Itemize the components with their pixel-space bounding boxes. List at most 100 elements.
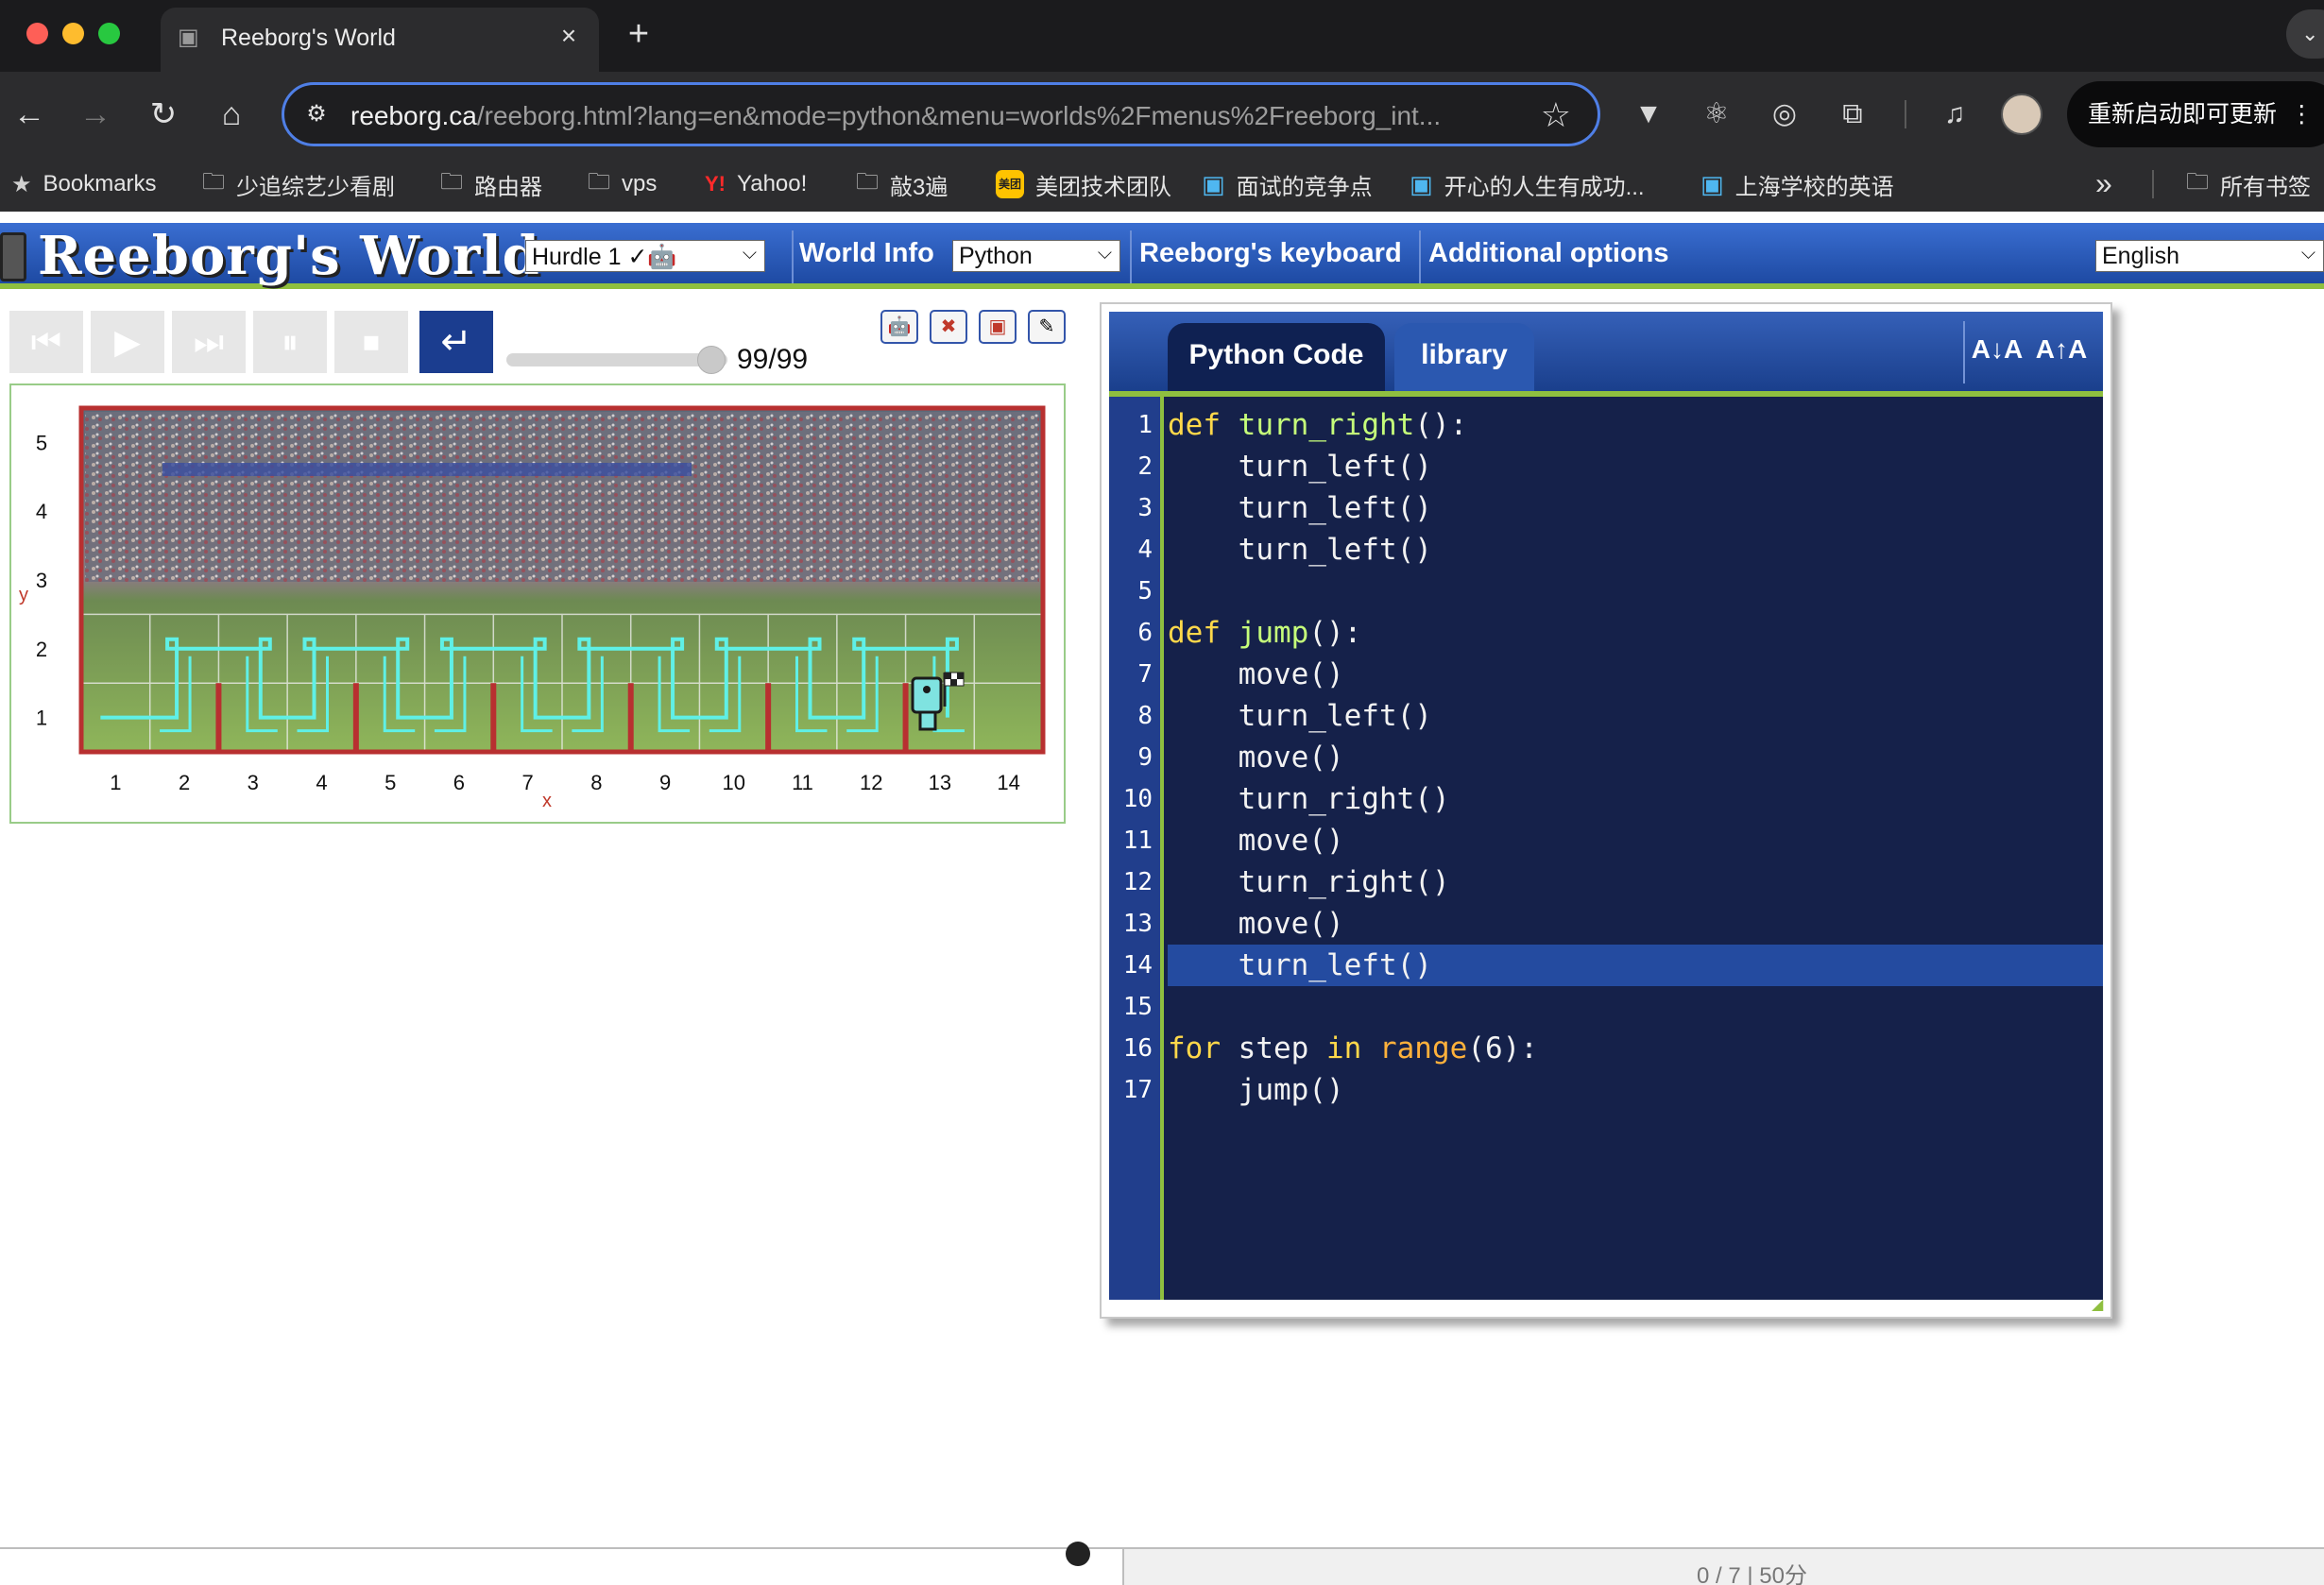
reload-world-button[interactable]: ↵ [419,311,493,373]
run-button[interactable]: ▶ [91,311,164,373]
bookmark-item[interactable]: ▣ 面试的竞争点 [1202,169,1373,200]
world-canvas[interactable]: 12345 1 2 3 4 5 6 7 8 9 10 11 12 13 14 y x [9,383,1066,824]
profile-avatar[interactable] [2001,94,2042,135]
x-tick-label: 5 [384,771,396,794]
bookmarks-overflow-icon[interactable]: » [2095,166,2112,201]
code-line[interactable]: turn_left() [1168,529,1432,571]
code-line[interactable]: turn_left() [1168,695,1432,737]
reeborg-page: Reeborg's World Hurdle 1 ✓🤖 ⌵ World Info … [0,212,2324,1585]
url-text[interactable]: reeborg.ca/reeborg.html?lang=en&mode=pyt… [350,101,1441,131]
reverse-step-button[interactable]: ⏮ [9,311,83,373]
y-tick-label: 1 [36,707,47,730]
header-divider [1130,230,1132,283]
x-axis-ticks: 1 2 3 4 5 6 7 8 9 10 11 12 13 14 [110,771,1020,794]
reeborg-keyboard-button[interactable]: Reeborg's keyboard [1139,238,1402,269]
relaunch-to-update-button[interactable]: 重新启动即可更新 ⋮ [2067,81,2324,147]
world-select[interactable]: Hurdle 1 ✓🤖 ⌵ [525,240,765,272]
bottom-overlay-strip: 0 / 7 | 50分 [0,1542,2324,1585]
new-tab-button[interactable]: + [620,13,658,55]
reload-icon[interactable]: ↻ [142,93,185,136]
tab-python-code[interactable]: Python Code [1168,323,1385,391]
all-bookmarks-folder[interactable]: 🗀 所有书签 [2186,169,2311,200]
code-line[interactable]: def turn_right(): [1168,404,1467,446]
bookmark-folder[interactable]: 🗀 敲3遍 [856,169,948,200]
extensions-puzzle-icon[interactable]: ⧉ [1833,94,1872,134]
world-objects-icon[interactable]: ✖ [930,310,967,344]
world-editor-icon[interactable]: ✎ [1028,310,1066,344]
speed-slider[interactable] [506,353,727,366]
code-line[interactable]: move() [1168,737,1344,778]
media-control-icon[interactable]: ♫ [1935,94,1974,134]
editor-tab-bar: Python Code library A↓A A↑A [1109,312,2103,397]
robot-trace-icon[interactable]: ▣ [979,310,1017,344]
address-bar[interactable]: ⚙ reeborg.ca/reeborg.html?lang=en&mode=p… [282,82,1600,146]
line-number: 6 [1137,619,1153,647]
robot-model-icon[interactable]: 🤖 [880,310,918,344]
stop-button[interactable]: ⏹ [334,311,408,373]
folder-icon: 🗀 [440,168,463,195]
code-line[interactable]: turn_left() [1168,945,1432,986]
x-tick-label: 7 [522,771,534,794]
ui-language-select[interactable]: English ⌵ [2095,240,2324,272]
code-line[interactable]: jump() [1168,1069,1344,1111]
back-icon[interactable]: ← [8,93,51,136]
code-line[interactable]: turn_right() [1168,778,1450,820]
code-line[interactable]: move() [1168,820,1344,861]
speed-slider-thumb[interactable] [697,346,726,374]
bilibili-icon: ▣ [1202,169,1225,198]
code-line[interactable]: def jump(): [1168,612,1361,654]
line-number: 4 [1137,536,1153,564]
browser-tab[interactable]: ▣ Reeborg's World × [161,8,599,72]
bookmark-folder[interactable]: 🗀 vps [588,169,657,198]
code-line[interactable]: move() [1168,903,1344,945]
increase-font-button[interactable]: A↑A [2033,325,2090,374]
x-tick-label: 1 [110,771,121,794]
y-axis-label: y [19,585,28,605]
resize-handle-icon[interactable]: ◢ [2092,1298,2107,1313]
code-line[interactable]: move() [1168,654,1344,695]
code-line[interactable]: turn_right() [1168,861,1450,903]
x-tick-label: 14 [997,771,1019,794]
bookmark-star-icon[interactable]: ☆ [1541,96,1571,134]
decrease-font-button[interactable]: A↓A [1969,325,2025,374]
bookmark-folder[interactable]: 🗀 路由器 [440,169,542,200]
code-editor[interactable]: 1 2 3 4 5 6 7 8 9 10 11 12 13 14 15 16 17 def turn_right… [1109,397,2103,1300]
folder-icon: 🗀 [856,168,879,195]
meituan-icon: 美团 [996,170,1024,198]
line-number: 2 [1137,452,1153,481]
tab-close-icon[interactable]: × [552,19,586,53]
hurdle-wall [627,683,634,752]
code-line[interactable]: turn_left() [1168,487,1432,529]
bookmark-item[interactable]: ★ Bookmarks [11,170,157,198]
minimize-window-button[interactable] [62,23,84,44]
vue-devtools-icon[interactable]: ▼ [1629,94,1668,134]
close-window-button[interactable] [26,23,48,44]
additional-options-button[interactable]: Additional options [1428,238,1669,269]
hurdle-wall [490,683,497,752]
tab-search-button[interactable]: ⌄ [2286,9,2324,59]
programming-language-select[interactable]: Python ⌵ [952,240,1120,272]
bookmark-item[interactable]: 美团 美团技术团队 [996,170,1171,200]
bookmark-item[interactable]: Y! Yahoo! [705,170,807,198]
site-info-icon[interactable]: ⚙ [301,100,332,128]
tab-library[interactable]: library [1394,323,1534,391]
hurdle-wall [902,683,909,752]
bookmark-item[interactable]: ▣ 上海学校的英语 [1700,170,1894,200]
step-button[interactable]: ⏭ [172,311,246,373]
maximize-window-button[interactable] [98,23,120,44]
x-tick-label: 4 [316,771,327,794]
target-extension-icon[interactable]: ◎ [1765,94,1804,134]
home-icon[interactable]: ⌂ [210,93,253,136]
forward-icon[interactable]: → [74,93,117,136]
code-line[interactable]: for step in range(6): [1168,1028,1538,1069]
world-info-button[interactable]: World Info [799,238,934,269]
bookmark-item[interactable]: ▣ 开心的人生有成功... [1410,169,1645,200]
pause-button[interactable]: ⏸ [253,311,327,373]
x-tick-label: 13 [929,771,951,794]
bilibili-icon: ▣ [1410,169,1433,198]
code-line[interactable]: turn_left() [1168,446,1432,487]
chevron-down-icon: ⌵ [742,243,757,264]
stadium-crowd-image [85,412,1039,582]
react-devtools-icon[interactable]: ⚛ [1697,94,1736,134]
bookmark-folder[interactable]: 🗀 少追综艺少看剧 [202,169,395,200]
